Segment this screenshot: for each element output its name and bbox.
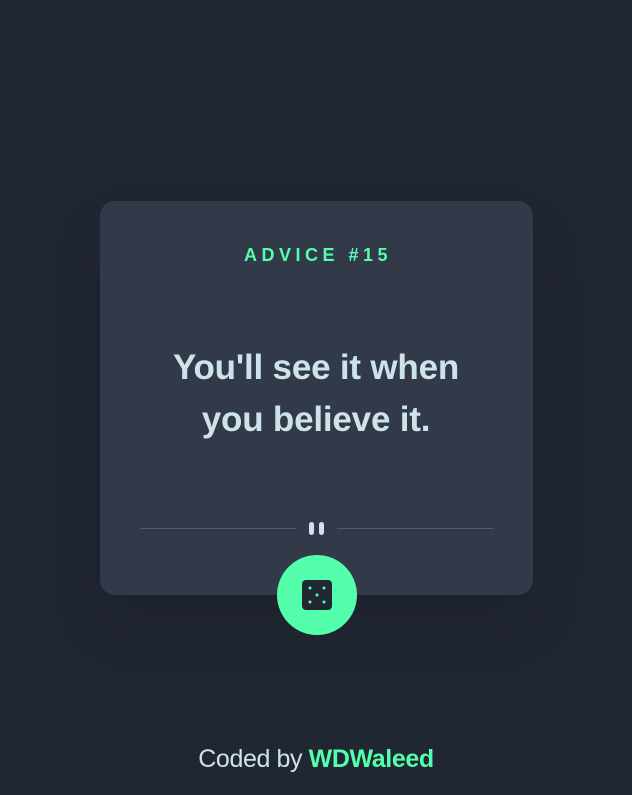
new-advice-button[interactable] <box>277 555 357 635</box>
advice-quote-line-1: You'll see it when <box>172 348 460 387</box>
author-link[interactable]: WDWaleed <box>309 745 434 773</box>
attribution-prefix: Coded by <box>198 745 303 773</box>
divider <box>140 519 493 539</box>
pause-icon <box>308 522 326 536</box>
divider-line-right <box>337 528 493 529</box>
dice-icon <box>302 580 332 610</box>
advice-quote-line-2: you believe it. <box>201 400 431 439</box>
divider-line-left <box>140 528 296 529</box>
pause-bar-left <box>309 522 314 535</box>
advice-number: ADVICE #15 <box>243 245 393 265</box>
pause-bar-right <box>319 522 324 535</box>
attribution: Coded by WDWaleed <box>0 741 632 777</box>
advice-quote: You'll see it when you believe it. <box>150 342 482 446</box>
